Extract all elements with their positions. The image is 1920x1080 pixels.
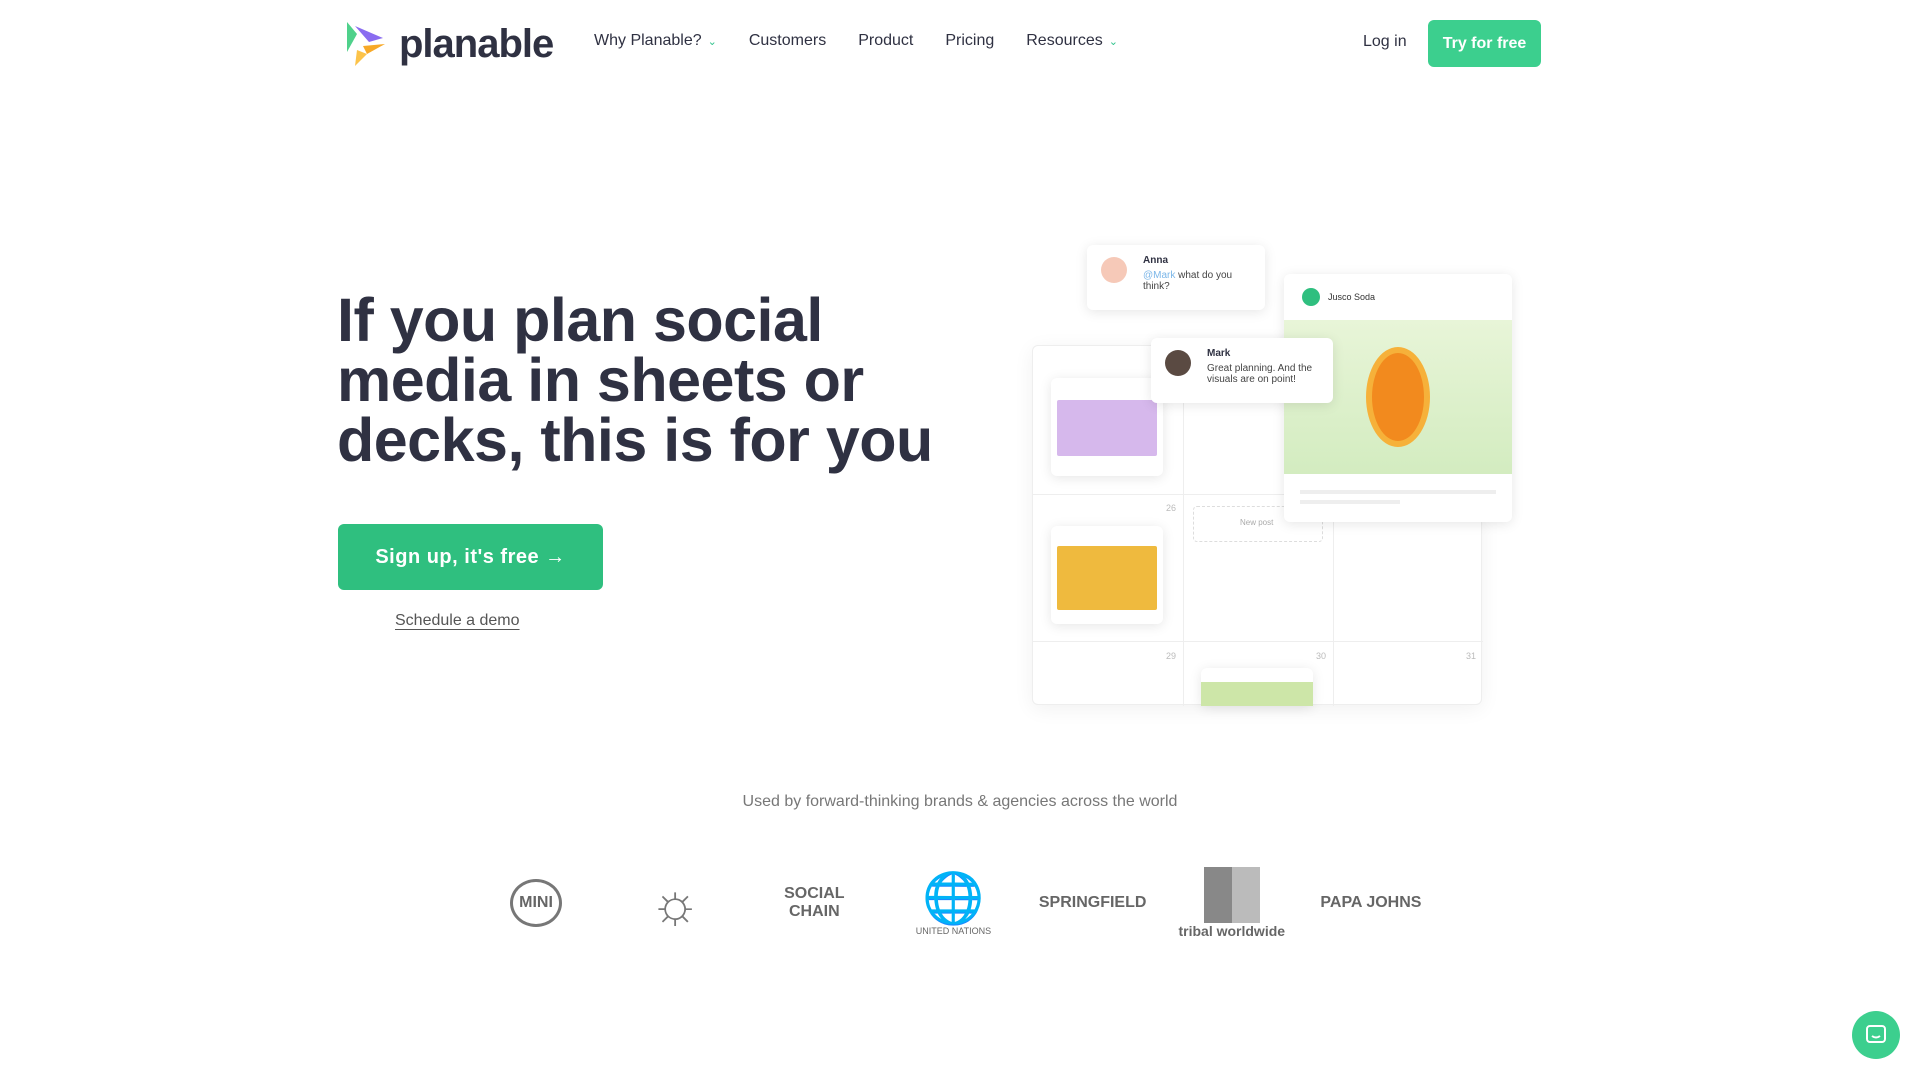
nav-customers[interactable]: Customers bbox=[749, 32, 826, 50]
nav-why-planable[interactable]: Why Planable? ⌄ bbox=[594, 32, 717, 50]
comment-text: Great planning. And the visuals are on p… bbox=[1207, 363, 1313, 385]
comment-anna: Anna @Mark what do you think? bbox=[1087, 245, 1265, 310]
post-image bbox=[1057, 546, 1157, 610]
logo-icon bbox=[347, 22, 385, 66]
post-image bbox=[1201, 682, 1313, 706]
signup-button[interactable]: Sign up, it's free → bbox=[338, 524, 603, 590]
nav-pricing[interactable]: Pricing bbox=[945, 32, 994, 50]
comment-author: Anna bbox=[1143, 255, 1168, 266]
chevron-down-icon: ⌄ bbox=[1108, 36, 1118, 48]
mention: @Mark bbox=[1143, 270, 1176, 281]
day-number: 30 bbox=[1316, 651, 1327, 661]
main-nav: Why Planable? ⌄ Customers Product Pricing… bbox=[594, 32, 1118, 50]
nav-label: Customers bbox=[748, 32, 827, 49]
brand-logos: MINI ☼ SOCIAL CHAIN 🌐 UNITED NATIONS SPRI… bbox=[481, 855, 1426, 950]
post-card[interactable] bbox=[1051, 378, 1163, 476]
papa-johns-logo: PAPA JOHNS bbox=[1320, 893, 1422, 911]
mini-logo: MINI bbox=[481, 878, 591, 927]
brand-name: planable bbox=[399, 21, 554, 66]
post-image bbox=[1057, 400, 1157, 456]
sun-logo: ☼ bbox=[649, 871, 701, 934]
chevron-down-icon: ⌄ bbox=[707, 36, 717, 48]
brands-tagline: Used by forward-thinking brands & agenci… bbox=[742, 793, 1178, 810]
try-for-free-button[interactable]: Try for free bbox=[1428, 20, 1541, 67]
nav-label: Product bbox=[858, 32, 914, 49]
day-number: 31 bbox=[1466, 651, 1477, 661]
nav-product[interactable]: Product bbox=[858, 32, 913, 50]
day-number: 26 bbox=[1166, 503, 1177, 513]
chat-icon bbox=[1866, 1025, 1886, 1043]
hero-title: If you plan social media in sheets or de… bbox=[337, 286, 933, 474]
comment-author: Mark bbox=[1207, 348, 1231, 359]
post-card[interactable] bbox=[1051, 526, 1163, 624]
tribal-logo: tribal worldwide bbox=[1177, 866, 1287, 939]
nav-label: Resources bbox=[1026, 32, 1103, 49]
nav-label: Pricing bbox=[945, 32, 995, 49]
united-nations-logo: 🌐 UNITED NATIONS bbox=[915, 869, 992, 936]
post-card[interactable] bbox=[1201, 668, 1313, 706]
nav-label: Why Planable? bbox=[594, 32, 702, 49]
page-name: Jusco Soda bbox=[1328, 292, 1376, 302]
schedule-demo-link[interactable]: Schedule a demo bbox=[395, 612, 520, 630]
chat-launcher-button[interactable] bbox=[1852, 1011, 1900, 1059]
login-link[interactable]: Log in bbox=[1363, 33, 1407, 51]
springfield-logo: SPRINGFIELD bbox=[1038, 893, 1147, 911]
social-chain-logo: SOCIAL CHAIN bbox=[784, 884, 845, 920]
day-number: 29 bbox=[1166, 651, 1177, 661]
avatar bbox=[1165, 350, 1191, 376]
planable-logo[interactable]: planable bbox=[343, 20, 554, 68]
page-avatar bbox=[1302, 288, 1320, 306]
avatar bbox=[1101, 257, 1127, 283]
comment-mark: Mark Great planning. And the visuals are… bbox=[1151, 338, 1333, 403]
nav-resources[interactable]: Resources ⌄ bbox=[1026, 32, 1118, 50]
